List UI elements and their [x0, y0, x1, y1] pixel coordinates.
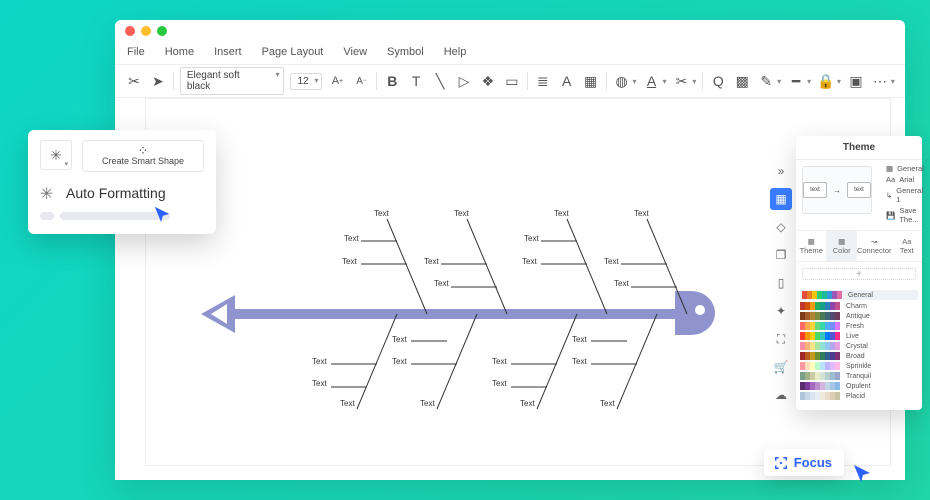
- group-icon[interactable]: ▣: [847, 72, 865, 90]
- crop-icon[interactable]: ✂: [672, 72, 690, 90]
- layers-icon[interactable]: ❖: [479, 72, 497, 90]
- table-icon[interactable]: ▦: [582, 72, 600, 90]
- maximize-dot[interactable]: [157, 26, 167, 36]
- side-layers-icon[interactable]: ❐: [770, 244, 792, 266]
- swatch-row-opulent[interactable]: Opulent: [800, 382, 918, 390]
- meta-general1: ↳General 1: [880, 186, 924, 206]
- lock-icon[interactable]: 🔒: [817, 72, 835, 90]
- tab-connector[interactable]: ↝Connector: [857, 231, 892, 261]
- swatch-row-placid[interactable]: Placid: [800, 392, 918, 400]
- swatch-row-broad[interactable]: Broad: [800, 352, 918, 360]
- swatch-row-fresh[interactable]: Fresh: [800, 322, 918, 330]
- meta-arial: AaArial: [880, 175, 924, 186]
- side-cloud-icon[interactable]: ☁: [770, 384, 792, 406]
- side-doc-icon[interactable]: ▯: [770, 272, 792, 294]
- cursor-icon: [153, 205, 171, 228]
- minimize-dot[interactable]: [141, 26, 151, 36]
- swatch-list: General Charm Antique Fresh Live Crystal Broad…: [796, 286, 922, 410]
- a-color-icon[interactable]: A: [643, 72, 661, 90]
- menu-insert[interactable]: Insert: [214, 46, 242, 58]
- theme-preview: text → text: [802, 166, 872, 214]
- font-size-select[interactable]: 12: [290, 73, 322, 90]
- pen-icon[interactable]: ✎: [757, 72, 775, 90]
- close-dot[interactable]: [125, 26, 135, 36]
- text-icon[interactable]: T: [407, 72, 425, 90]
- swatch-row-live[interactable]: Live: [800, 332, 918, 340]
- menu-home[interactable]: Home: [165, 46, 194, 58]
- font-increase-icon[interactable]: A+: [328, 72, 346, 90]
- sparkle-icon: ✳: [40, 184, 58, 202]
- toolbar: ✂ ➤ Elegant soft black 12 A+ A− B T ╲ ▷ …: [115, 64, 905, 98]
- font-family-select[interactable]: Elegant soft black: [180, 67, 285, 95]
- cut-icon[interactable]: ✂: [125, 72, 143, 90]
- side-shapes-icon[interactable]: ◇: [770, 216, 792, 238]
- smart-shape-popup: ✳ ⁘ Create Smart Shape ✳ Auto Formatting: [28, 130, 216, 234]
- side-cart-icon[interactable]: 🛒: [770, 356, 792, 378]
- add-swatch-button[interactable]: +: [802, 268, 916, 280]
- menubar: File Home Insert Page Layout View Symbol…: [115, 42, 905, 64]
- cluster-icon: ⁘: [87, 145, 199, 156]
- align-icon[interactable]: ≣: [534, 72, 552, 90]
- more-icon[interactable]: ⋯: [871, 72, 889, 90]
- menu-page-layout[interactable]: Page Layout: [262, 46, 324, 58]
- auto-formatting-item[interactable]: ✳ Auto Formatting: [40, 184, 204, 202]
- sparkle-dropdown-button[interactable]: ✳: [40, 140, 72, 170]
- tab-text[interactable]: AaText: [892, 231, 922, 261]
- search-icon[interactable]: Q: [709, 72, 727, 90]
- theme-panel: Theme text → text ▦General AaArial ↳Gene…: [796, 136, 922, 410]
- meta-general: ▦General: [880, 164, 924, 175]
- swatch-row-sprinkle[interactable]: Sprinkle: [800, 362, 918, 370]
- swatch-row-crystal[interactable]: Crystal: [800, 342, 918, 350]
- swatch-row-charm[interactable]: Charm: [800, 302, 918, 310]
- panel-title: Theme: [796, 136, 922, 160]
- menu-symbol[interactable]: Symbol: [387, 46, 424, 58]
- swatch-row-tranquil[interactable]: Tranquil: [800, 372, 918, 380]
- side-grid-icon[interactable]: ▦: [770, 188, 792, 210]
- tab-theme[interactable]: ▦Theme: [796, 231, 826, 261]
- swatch-row-general[interactable]: General: [800, 290, 918, 300]
- line-icon[interactable]: ╲: [431, 72, 449, 90]
- menu-view[interactable]: View: [343, 46, 367, 58]
- pointer-icon[interactable]: ➤: [149, 72, 167, 90]
- focus-button[interactable]: Focus: [764, 449, 844, 476]
- tab-color[interactable]: ▦Color: [826, 231, 856, 261]
- bucket-icon[interactable]: ◍: [613, 72, 631, 90]
- menu-help[interactable]: Help: [444, 46, 467, 58]
- side-mini-toolbar: » ▦ ◇ ❐ ▯ ✦ ⛶ 🛒 ☁: [770, 160, 792, 406]
- stroke-icon[interactable]: ━: [787, 72, 805, 90]
- side-fullscreen-icon[interactable]: ⛶: [770, 328, 792, 350]
- font-decrease-icon[interactable]: A−: [352, 72, 370, 90]
- titlebar: [115, 20, 905, 42]
- arrow-icon[interactable]: ▷: [455, 72, 473, 90]
- cursor-icon: [852, 463, 872, 488]
- create-smart-shape-button[interactable]: ⁘ Create Smart Shape: [82, 140, 204, 172]
- symbol-a-icon[interactable]: A: [558, 72, 576, 90]
- menu-file[interactable]: File: [127, 46, 145, 58]
- side-expand-icon[interactable]: »: [770, 160, 792, 182]
- panel-tabs: ▦Theme ▦Color ↝Connector AaText: [796, 230, 922, 262]
- meta-save[interactable]: 💾Save The...: [880, 206, 924, 226]
- focus-icon: [774, 456, 788, 470]
- swatch-row-antique[interactable]: Antique: [800, 312, 918, 320]
- fishbone-diagram: [201, 179, 741, 449]
- image-icon[interactable]: ▭: [503, 72, 521, 90]
- side-fx-icon[interactable]: ✦: [770, 300, 792, 322]
- grid-icon[interactable]: ▩: [733, 72, 751, 90]
- bold-icon[interactable]: B: [383, 72, 401, 90]
